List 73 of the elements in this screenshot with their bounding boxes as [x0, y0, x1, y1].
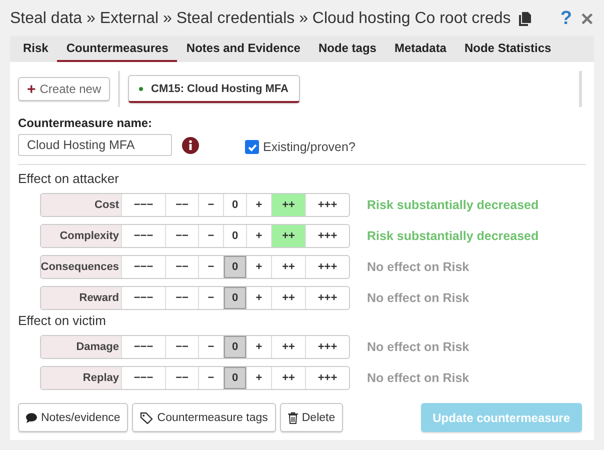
- rating-option[interactable]: −−−: [121, 286, 165, 308]
- rating-option[interactable]: +: [246, 256, 271, 278]
- rating-option[interactable]: +++: [305, 256, 349, 278]
- factor-label: Damage: [41, 336, 121, 358]
- notes-button[interactable]: Notes/evidence: [18, 403, 128, 432]
- rating-option[interactable]: −−: [165, 366, 198, 388]
- rating-option[interactable]: −−: [165, 286, 198, 308]
- factor-label: Reward: [41, 286, 121, 308]
- rating-option[interactable]: +++: [305, 224, 349, 246]
- info-icon[interactable]: [182, 136, 199, 154]
- section-heading: Effect on attacker: [18, 171, 120, 188]
- risk-effect-text: Risk substantially decreased: [367, 198, 539, 212]
- trash-icon: [288, 412, 298, 424]
- tags-button[interactable]: Countermeasure tags: [132, 403, 276, 432]
- rating-option[interactable]: 0: [223, 366, 246, 388]
- tab[interactable]: Node Statistics: [455, 36, 560, 62]
- risk-effect-text: No effect on Risk: [367, 290, 470, 304]
- speech-bubble-icon: [26, 412, 37, 422]
- window-title: Steal data » External » Steal credentials » Cloud hosting Co root creds: [10, 10, 511, 28]
- rating-option[interactable]: −: [198, 194, 223, 216]
- rating-option[interactable]: −−: [165, 224, 198, 246]
- risk-effect-text: No effect on Risk: [367, 370, 470, 384]
- rating-option[interactable]: −−−: [121, 224, 165, 246]
- factor-label: Consequences: [41, 256, 121, 278]
- rating-option[interactable]: +: [246, 366, 271, 388]
- rating-option[interactable]: ++: [271, 224, 305, 246]
- rating-option[interactable]: +++: [305, 194, 349, 216]
- delete-button[interactable]: Delete: [280, 403, 344, 432]
- rating-option[interactable]: −−−: [121, 336, 165, 358]
- rating-option[interactable]: −: [198, 224, 223, 246]
- help-button[interactable]: ?: [560, 8, 572, 30]
- rating-option[interactable]: −−−: [121, 194, 165, 216]
- rating-option[interactable]: 0: [223, 336, 246, 358]
- field-label: Countermeasure name:: [18, 116, 154, 130]
- tab[interactable]: Node tags: [309, 36, 386, 62]
- section-heading: Effect on victim: [18, 313, 107, 330]
- rating-option[interactable]: ++: [271, 286, 305, 308]
- rating-option[interactable]: −−−: [121, 366, 165, 388]
- rating-option[interactable]: 0: [223, 256, 246, 278]
- rating-option[interactable]: +++: [305, 336, 349, 358]
- rating-option[interactable]: −−: [165, 336, 198, 358]
- rating-option[interactable]: −−: [165, 256, 198, 278]
- rating-option[interactable]: ++: [271, 336, 305, 358]
- factor-label: Complexity: [41, 224, 121, 246]
- rating-option[interactable]: 0: [223, 224, 246, 246]
- checkbox[interactable]: [245, 140, 259, 154]
- tab[interactable]: Metadata: [385, 36, 456, 62]
- checkbox-label: Existing/proven?: [263, 140, 356, 154]
- close-button[interactable]: ✕: [580, 8, 594, 30]
- scrollbar[interactable]: [579, 71, 582, 107]
- copy-icon[interactable]: [518, 12, 531, 26]
- factor-label: Replay: [41, 366, 121, 388]
- risk-effect-text: No effect on Risk: [367, 260, 470, 274]
- rating-option[interactable]: 0: [223, 194, 246, 216]
- risk-effect-text: No effect on Risk: [367, 340, 470, 354]
- create-new-button[interactable]: + Create new: [18, 77, 110, 101]
- rating-option[interactable]: 0: [223, 286, 246, 308]
- countermeasure-tab[interactable]: CM15: Cloud Hosting MFA: [128, 75, 300, 103]
- tab[interactable]: Notes and Evidence: [177, 36, 310, 62]
- risk-effect-text: Risk substantially decreased: [367, 228, 539, 242]
- name-field[interactable]: Cloud Hosting MFA: [18, 134, 172, 156]
- factor-label: Cost: [41, 194, 121, 216]
- rating-option[interactable]: +: [246, 336, 271, 358]
- tag-icon: [140, 412, 154, 424]
- tab[interactable]: Risk: [14, 36, 58, 62]
- rating-option[interactable]: +: [246, 286, 271, 308]
- rating-option[interactable]: ++: [271, 366, 305, 388]
- rating-option[interactable]: +++: [305, 366, 349, 388]
- rating-option[interactable]: +++: [305, 286, 349, 308]
- rating-option[interactable]: −−: [165, 194, 198, 216]
- rating-option[interactable]: ++: [271, 256, 305, 278]
- rating-option[interactable]: −−−: [121, 256, 165, 278]
- rating-option[interactable]: ++: [271, 194, 305, 216]
